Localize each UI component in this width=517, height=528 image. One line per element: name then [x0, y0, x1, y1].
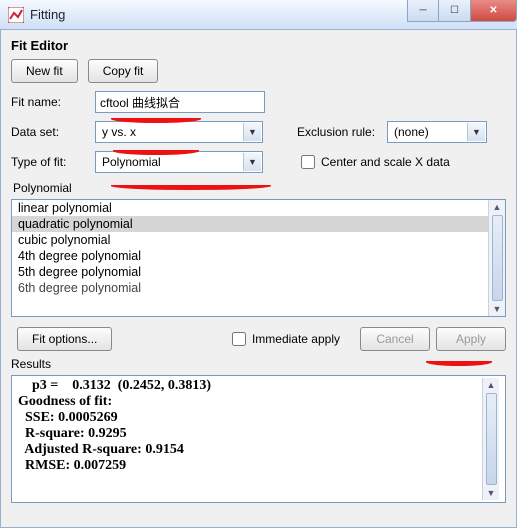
fit-editor-heading: Fit Editor [11, 38, 506, 53]
minimize-button[interactable]: ─ [407, 0, 439, 22]
fit-name-row: Fit name: [11, 91, 506, 113]
data-set-combo[interactable]: y vs. x ▼ [95, 121, 263, 143]
list-item[interactable]: quadratic polynomial [12, 216, 488, 232]
results-scrollbar[interactable]: ▲ ▼ [482, 378, 499, 500]
close-button[interactable]: ✕ [471, 0, 517, 22]
results-text: p3 = 0.3132 (0.2452, 0.3813)Goodness of … [18, 378, 482, 500]
results-line: Adjusted R-square: 0.9154 [18, 442, 482, 458]
window-controls: ─ ☐ ✕ [407, 0, 517, 22]
polynomial-list-inner: linear polynomialquadratic polynomialcub… [12, 200, 488, 316]
scroll-up-icon[interactable]: ▲ [487, 380, 496, 390]
maximize-icon: ☐ [450, 5, 459, 16]
action-row: Fit options... Immediate apply Cancel Ap… [11, 327, 506, 351]
chevron-down-icon: ▼ [243, 123, 261, 141]
app-icon [8, 7, 24, 23]
maximize-button[interactable]: ☐ [439, 0, 471, 22]
window-title: Fitting [30, 7, 65, 22]
list-item[interactable]: linear polynomial [12, 200, 488, 216]
fit-name-label: Fit name: [11, 95, 95, 109]
results-line: RMSE: 0.007259 [18, 458, 482, 474]
fit-buttons-row: New fit Copy fit [11, 59, 506, 83]
copy-fit-button[interactable]: Copy fit [88, 59, 159, 83]
results-box: p3 = 0.3132 (0.2452, 0.3813)Goodness of … [11, 375, 506, 503]
exclusion-rule-combo[interactable]: (none) ▼ [387, 121, 487, 143]
type-of-fit-row: Type of fit: Polynomial ▼ Center and sca… [11, 151, 506, 173]
data-set-value: y vs. x [102, 125, 136, 139]
list-item[interactable]: cubic polynomial [12, 232, 488, 248]
list-item[interactable]: 4th degree polynomial [12, 248, 488, 264]
list-item[interactable]: 5th degree polynomial [12, 264, 488, 280]
polynomial-listbox[interactable]: linear polynomialquadratic polynomialcub… [11, 199, 506, 317]
listbox-scrollbar[interactable]: ▲ ▼ [488, 200, 505, 316]
list-item[interactable]: 6th degree polynomial [12, 280, 488, 296]
chevron-down-icon: ▼ [467, 123, 485, 141]
scroll-thumb[interactable] [492, 215, 503, 301]
data-set-row: Data set: y vs. x ▼ Exclusion rule: (non… [11, 121, 506, 143]
immediate-apply-checkbox[interactable] [232, 332, 246, 346]
results-line: R-square: 0.9295 [18, 426, 482, 442]
scroll-thumb[interactable] [486, 393, 497, 485]
results-line: Goodness of fit: [18, 394, 482, 410]
center-scale-checkbox[interactable] [301, 155, 315, 169]
results-line: p3 = 0.3132 (0.2452, 0.3813) [18, 378, 482, 394]
scroll-up-icon[interactable]: ▲ [493, 202, 502, 212]
data-set-label: Data set: [11, 125, 95, 139]
immediate-apply-label: Immediate apply [252, 332, 340, 346]
exclusion-rule-value: (none) [394, 125, 429, 139]
type-of-fit-label: Type of fit: [11, 155, 95, 169]
polynomial-group-label: Polynomial [13, 181, 506, 195]
chevron-down-icon: ▼ [243, 153, 261, 171]
window-titlebar: Fitting ─ ☐ ✕ [0, 0, 517, 30]
scroll-down-icon[interactable]: ▼ [493, 304, 502, 314]
results-line: SSE: 0.0005269 [18, 410, 482, 426]
center-scale-label: Center and scale X data [321, 155, 450, 169]
exclusion-rule-label: Exclusion rule: [297, 125, 387, 139]
cancel-button[interactable]: Cancel [360, 327, 430, 351]
type-of-fit-value: Polynomial [102, 155, 161, 169]
fit-name-input[interactable] [95, 91, 265, 113]
apply-button[interactable]: Apply [436, 327, 506, 351]
close-icon: ✕ [489, 5, 497, 16]
fit-options-button[interactable]: Fit options... [17, 327, 112, 351]
type-of-fit-combo[interactable]: Polynomial ▼ [95, 151, 263, 173]
client-area: Fit Editor New fit Copy fit Fit name: Da… [0, 30, 517, 528]
results-label: Results [11, 357, 506, 371]
minimize-icon: ─ [419, 5, 426, 16]
new-fit-button[interactable]: New fit [11, 59, 78, 83]
scroll-down-icon[interactable]: ▼ [487, 488, 496, 498]
